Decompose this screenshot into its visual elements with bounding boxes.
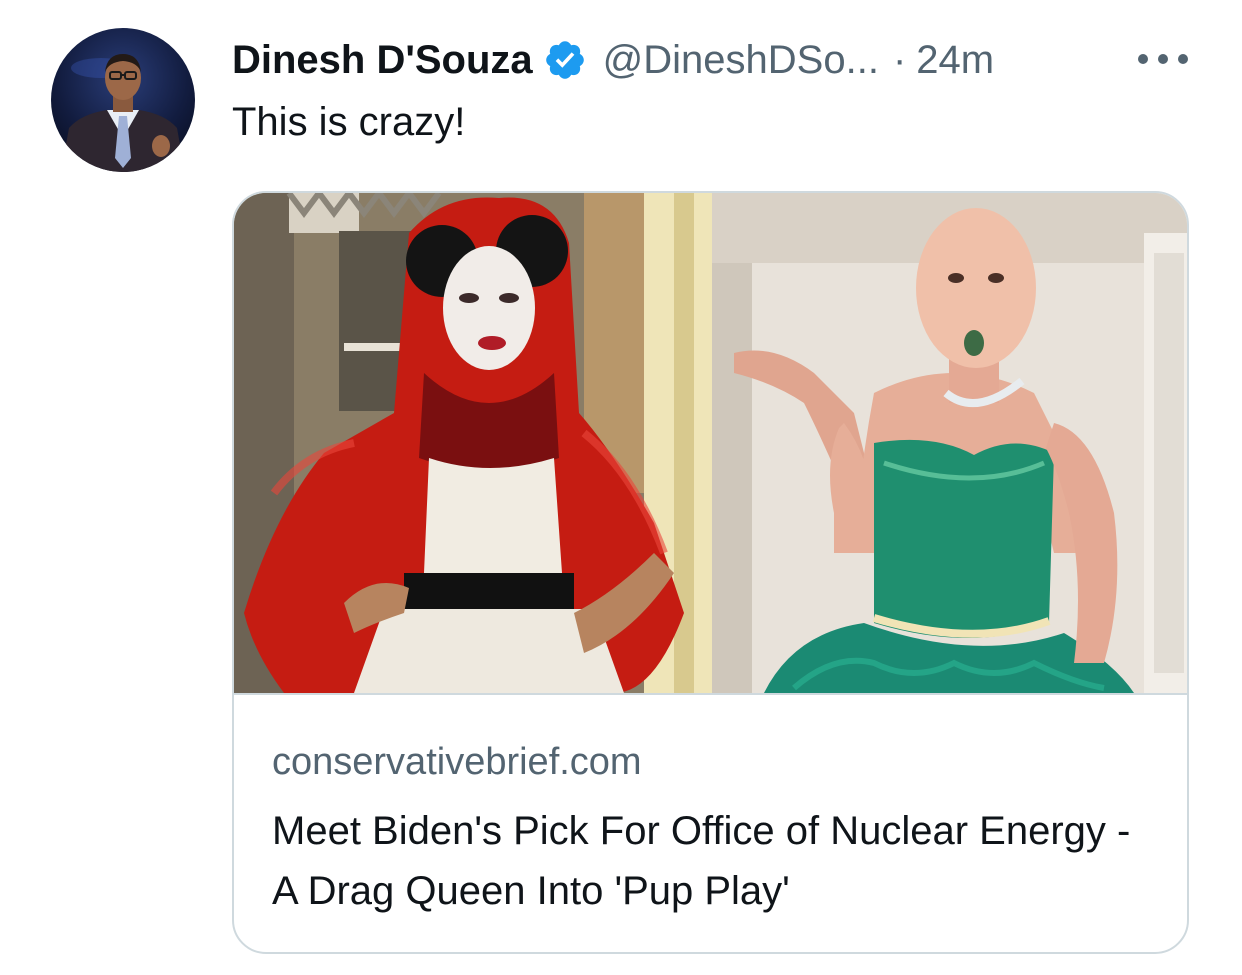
- verified-badge-icon[interactable]: [543, 38, 587, 82]
- author-name[interactable]: Dinesh D'Souza: [232, 38, 533, 83]
- more-dot: [1138, 54, 1148, 64]
- tweet-text: This is crazy!: [232, 100, 466, 144]
- more-dot: [1178, 54, 1188, 64]
- card-title: Meet Biden's Pick For Office of Nuclear …: [272, 809, 1131, 913]
- separator-dot: ·: [892, 37, 907, 82]
- link-preview-card[interactable]: conservativebrief.com Meet Biden's Pick …: [232, 191, 1189, 954]
- author-handle[interactable]: @DineshDSo...: [603, 38, 879, 83]
- author-avatar[interactable]: [51, 28, 195, 172]
- more-horizontal-icon[interactable]: [1138, 44, 1188, 74]
- tweet-timestamp[interactable]: 24m: [916, 38, 994, 83]
- more-dot: [1158, 54, 1168, 64]
- card-domain: conservativebrief.com: [272, 741, 642, 783]
- tweet-header: Dinesh D'Souza @DineshDSo... · 24m: [232, 34, 994, 86]
- card-image[interactable]: [234, 193, 1187, 695]
